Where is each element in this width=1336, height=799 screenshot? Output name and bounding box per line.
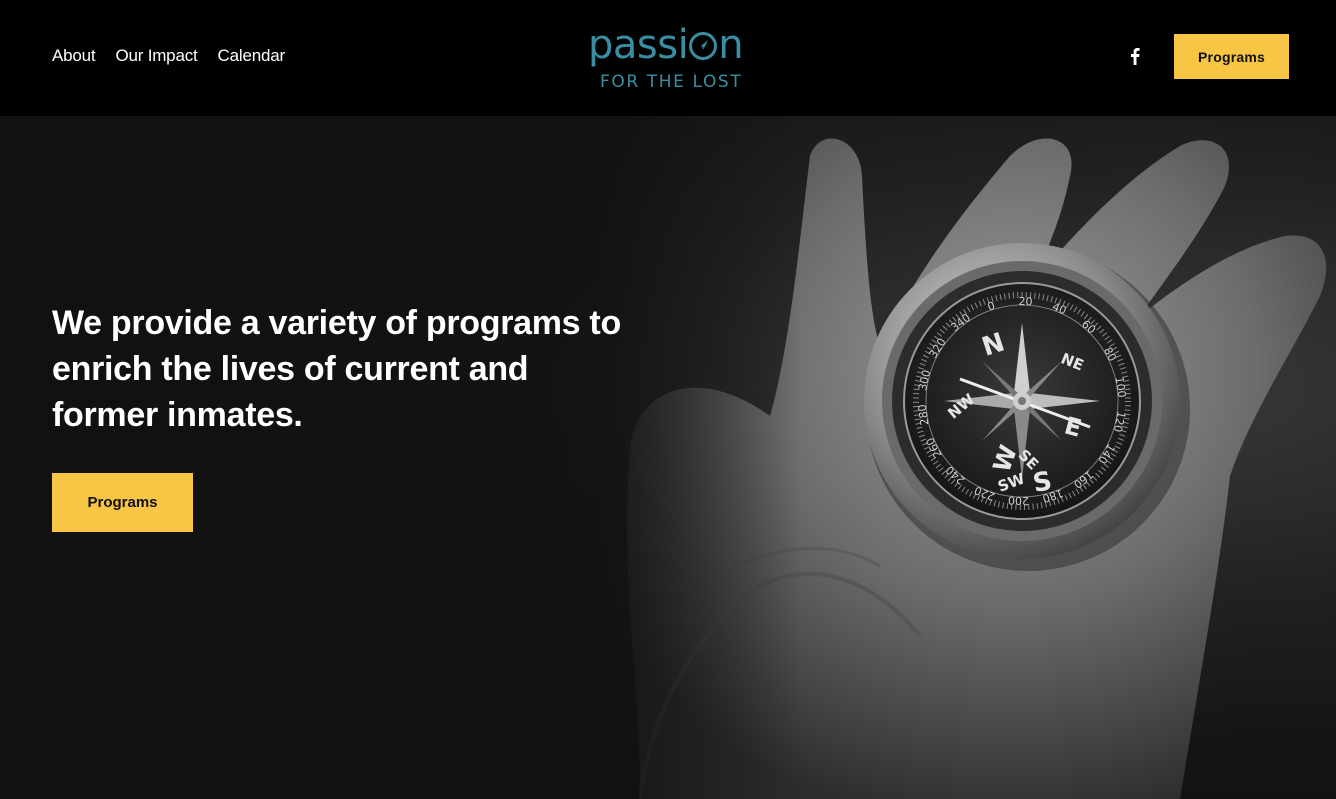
facebook-icon[interactable] [1126, 46, 1144, 66]
header-programs-button[interactable]: Programs [1174, 34, 1289, 79]
compass-needle-icon [689, 32, 718, 60]
logo-wordmark: passi n [588, 22, 744, 68]
site-logo[interactable]: passi n FOR THE LOST [586, 22, 756, 94]
logo-subtitle: FOR THE LOST [600, 72, 743, 92]
compass-degree-20: 20 [1018, 295, 1032, 308]
nav-about-link[interactable]: About [52, 46, 96, 66]
site-header: About Our Impact Calendar passi n FOR THE… [0, 0, 1336, 116]
compass-degree-200: 200 [1008, 494, 1029, 508]
logo-word-start: passi [588, 22, 689, 68]
hand-holding-compass-photo: N NE E SE S SW W NW 0 20 40608010012014016… [0, 116, 1336, 799]
logo-word-end: n [718, 22, 744, 68]
main-nav: About Our Impact Calendar [52, 46, 285, 66]
nav-our-impact-link[interactable]: Our Impact [115, 46, 197, 66]
hero-section: N NE E SE S SW W NW 0 20 40 60 80 100 120 140 16… [0, 116, 1336, 799]
nav-calendar-link[interactable]: Calendar [218, 46, 286, 66]
hero-programs-button[interactable]: Programs [52, 473, 193, 532]
hero-title: We provide a variety of programs to enri… [52, 304, 621, 434]
